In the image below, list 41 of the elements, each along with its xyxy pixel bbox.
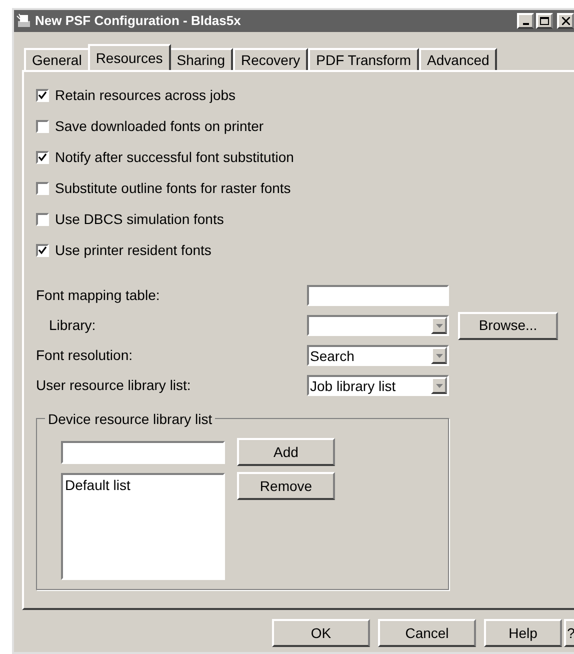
checkbox-label: Use DBCS simulation fonts	[55, 210, 224, 228]
checkbox[interactable]	[36, 244, 49, 256]
close-icon	[562, 17, 570, 25]
tab[interactable]: PDF Transform	[308, 48, 420, 70]
tab[interactable]: Sharing	[168, 48, 233, 70]
dropdown-field[interactable]	[307, 315, 449, 336]
minimize-button[interactable]	[517, 13, 534, 29]
list-action-button[interactable]: Add	[237, 438, 335, 466]
list-action-button[interactable]: Remove	[237, 472, 335, 500]
field-label: Font mapping table:	[36, 286, 161, 305]
checkbox-label: Notify after successful font substitution	[55, 148, 294, 167]
tab[interactable]: Resources	[88, 44, 171, 70]
checkbox[interactable]	[36, 212, 49, 226]
checkbox-label: Retain resources across jobs	[55, 86, 236, 105]
tab[interactable]: General	[24, 48, 90, 70]
tab[interactable]: Recovery	[233, 48, 308, 70]
checkbox[interactable]	[36, 120, 49, 132]
printer-icon	[16, 13, 32, 29]
browse-button[interactable]: Browse...	[458, 312, 558, 340]
dialog-button[interactable]: Cancel	[378, 619, 476, 647]
checkbox-label: Save downloaded fonts on printer	[55, 116, 264, 136]
checkbox[interactable]	[36, 88, 49, 102]
text-field[interactable]	[307, 285, 449, 306]
checkbox-label: Substitute outline fonts for raster fonts	[55, 178, 291, 198]
field-label: User resource library list:	[36, 376, 192, 395]
window-title: New PSF Configuration - Bldas5x	[35, 12, 241, 30]
tab[interactable]: Advanced	[419, 48, 498, 70]
input-field[interactable]	[61, 441, 225, 464]
list-item[interactable]: Default list	[65, 475, 221, 496]
checkbox[interactable]	[36, 150, 49, 164]
dropdown-field[interactable]: Search	[307, 345, 449, 366]
checkbox-label: Use printer resident fonts	[55, 240, 212, 260]
field-label: Font resolution:	[36, 346, 134, 365]
dropdown-field[interactable]: Job library list	[307, 375, 449, 396]
field-label: Library:	[48, 316, 97, 335]
dialog-button[interactable]: Help	[484, 619, 562, 647]
help-question-button[interactable]: ?	[564, 619, 574, 647]
checkbox[interactable]	[36, 182, 49, 194]
dialog-button[interactable]: OK	[272, 619, 370, 647]
close-button[interactable]	[557, 13, 574, 29]
maximize-button[interactable]	[536, 13, 553, 29]
